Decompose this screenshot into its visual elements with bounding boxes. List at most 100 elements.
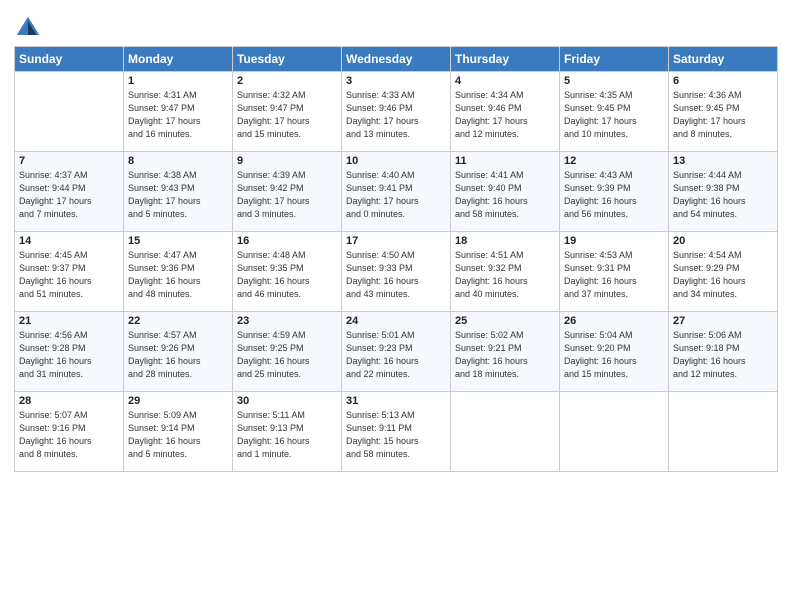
day-number: 8: [128, 155, 228, 167]
cell-content: Sunrise: 4:37 AM Sunset: 9:44 PM Dayligh…: [19, 169, 119, 221]
day-number: 10: [346, 155, 446, 167]
calendar-cell: 7 Sunrise: 4:37 AM Sunset: 9:44 PM Daylig…: [15, 152, 124, 232]
day-number: 21: [19, 315, 119, 327]
calendar-cell: 25Sunrise: 5:02 AM Sunset: 9:21 PM Dayli…: [451, 312, 560, 392]
day-number: 26: [564, 315, 664, 327]
calendar-cell: 20 Sunrise: 4:54 AM Sunset: 9:29 PM Dayli…: [669, 232, 778, 312]
calendar-cell: 17Sunrise: 4:50 AM Sunset: 9:33 PM Dayli…: [342, 232, 451, 312]
day-of-week-header: Wednesday: [342, 47, 451, 72]
calendar-cell: 3Sunrise: 4:33 AM Sunset: 9:46 PM Daylig…: [342, 72, 451, 152]
calendar-table: SundayMondayTuesdayWednesdayThursdayFrid…: [14, 46, 778, 472]
cell-content: Sunrise: 4:38 AM Sunset: 9:43 PM Dayligh…: [128, 169, 228, 221]
cell-content: Sunrise: 4:43 AM Sunset: 9:39 PM Dayligh…: [564, 169, 664, 221]
cell-content: Sunrise: 5:01 AM Sunset: 9:23 PM Dayligh…: [346, 329, 446, 381]
cell-content: Sunrise: 5:07 AM Sunset: 9:16 PM Dayligh…: [19, 409, 119, 461]
cell-content: Sunrise: 4:39 AM Sunset: 9:42 PM Dayligh…: [237, 169, 337, 221]
day-number: 22: [128, 315, 228, 327]
day-number: 1: [128, 75, 228, 87]
calendar-cell: 9Sunrise: 4:39 AM Sunset: 9:42 PM Daylig…: [233, 152, 342, 232]
calendar-cell: 23 Sunrise: 4:59 AM Sunset: 9:25 PM Dayli…: [233, 312, 342, 392]
cell-content: Sunrise: 4:40 AM Sunset: 9:41 PM Dayligh…: [346, 169, 446, 221]
calendar-cell: 8 Sunrise: 4:38 AM Sunset: 9:43 PM Daylig…: [124, 152, 233, 232]
calendar-cell: 4 Sunrise: 4:34 AM Sunset: 9:46 PM Daylig…: [451, 72, 560, 152]
calendar-cell: 30 Sunrise: 5:11 AM Sunset: 9:13 PM Dayli…: [233, 392, 342, 472]
cell-content: Sunrise: 4:51 AM Sunset: 9:32 PM Dayligh…: [455, 249, 555, 301]
day-number: 17: [346, 235, 446, 247]
calendar-cell: [560, 392, 669, 472]
day-number: 23: [237, 315, 337, 327]
calendar-cell: 10 Sunrise: 4:40 AM Sunset: 9:41 PM Dayli…: [342, 152, 451, 232]
calendar-cell: 31Sunrise: 5:13 AM Sunset: 9:11 PM Dayli…: [342, 392, 451, 472]
day-number: 30: [237, 395, 337, 407]
day-number: 14: [19, 235, 119, 247]
day-number: 18: [455, 235, 555, 247]
cell-content: Sunrise: 4:47 AM Sunset: 9:36 PM Dayligh…: [128, 249, 228, 301]
calendar-cell: 29 Sunrise: 5:09 AM Sunset: 9:14 PM Dayli…: [124, 392, 233, 472]
cell-content: Sunrise: 4:34 AM Sunset: 9:46 PM Dayligh…: [455, 89, 555, 141]
day-number: 15: [128, 235, 228, 247]
cell-content: Sunrise: 4:45 AM Sunset: 9:37 PM Dayligh…: [19, 249, 119, 301]
calendar-cell: 27 Sunrise: 5:06 AM Sunset: 9:18 PM Dayli…: [669, 312, 778, 392]
calendar-cell: 24 Sunrise: 5:01 AM Sunset: 9:23 PM Dayli…: [342, 312, 451, 392]
cell-content: Sunrise: 5:02 AM Sunset: 9:21 PM Dayligh…: [455, 329, 555, 381]
cell-content: Sunrise: 4:57 AM Sunset: 9:26 PM Dayligh…: [128, 329, 228, 381]
day-number: 4: [455, 75, 555, 87]
calendar-header-row: SundayMondayTuesdayWednesdayThursdayFrid…: [15, 47, 778, 72]
day-number: 19: [564, 235, 664, 247]
calendar-cell: 16 Sunrise: 4:48 AM Sunset: 9:35 PM Dayli…: [233, 232, 342, 312]
cell-content: Sunrise: 4:44 AM Sunset: 9:38 PM Dayligh…: [673, 169, 773, 221]
calendar-week-row: 1Sunrise: 4:31 AM Sunset: 9:47 PM Daylig…: [15, 72, 778, 152]
calendar-cell: 19 Sunrise: 4:53 AM Sunset: 9:31 PM Dayli…: [560, 232, 669, 312]
cell-content: Sunrise: 4:59 AM Sunset: 9:25 PM Dayligh…: [237, 329, 337, 381]
cell-content: Sunrise: 4:33 AM Sunset: 9:46 PM Dayligh…: [346, 89, 446, 141]
day-of-week-header: Thursday: [451, 47, 560, 72]
logo: [14, 14, 44, 42]
calendar-cell: 18 Sunrise: 4:51 AM Sunset: 9:32 PM Dayli…: [451, 232, 560, 312]
calendar-cell: 26Sunrise: 5:04 AM Sunset: 9:20 PM Dayli…: [560, 312, 669, 392]
page: SundayMondayTuesdayWednesdayThursdayFrid…: [0, 0, 792, 612]
day-number: 11: [455, 155, 555, 167]
cell-content: Sunrise: 4:48 AM Sunset: 9:35 PM Dayligh…: [237, 249, 337, 301]
calendar-cell: [15, 72, 124, 152]
calendar-cell: 1Sunrise: 4:31 AM Sunset: 9:47 PM Daylig…: [124, 72, 233, 152]
cell-content: Sunrise: 4:32 AM Sunset: 9:47 PM Dayligh…: [237, 89, 337, 141]
cell-content: Sunrise: 4:41 AM Sunset: 9:40 PM Dayligh…: [455, 169, 555, 221]
calendar-cell: 5 Sunrise: 4:35 AM Sunset: 9:45 PM Daylig…: [560, 72, 669, 152]
calendar-cell: 2 Sunrise: 4:32 AM Sunset: 9:47 PM Daylig…: [233, 72, 342, 152]
day-number: 20: [673, 235, 773, 247]
day-number: 6: [673, 75, 773, 87]
day-number: 27: [673, 315, 773, 327]
day-of-week-header: Monday: [124, 47, 233, 72]
calendar-week-row: 21 Sunrise: 4:56 AM Sunset: 9:28 PM Dayli…: [15, 312, 778, 392]
day-number: 5: [564, 75, 664, 87]
calendar-cell: 14 Sunrise: 4:45 AM Sunset: 9:37 PM Dayli…: [15, 232, 124, 312]
cell-content: Sunrise: 4:36 AM Sunset: 9:45 PM Dayligh…: [673, 89, 773, 141]
cell-content: Sunrise: 4:35 AM Sunset: 9:45 PM Dayligh…: [564, 89, 664, 141]
day-number: 24: [346, 315, 446, 327]
day-of-week-header: Friday: [560, 47, 669, 72]
day-number: 2: [237, 75, 337, 87]
cell-content: Sunrise: 5:06 AM Sunset: 9:18 PM Dayligh…: [673, 329, 773, 381]
cell-content: Sunrise: 4:54 AM Sunset: 9:29 PM Dayligh…: [673, 249, 773, 301]
calendar-cell: 11 Sunrise: 4:41 AM Sunset: 9:40 PM Dayli…: [451, 152, 560, 232]
cell-content: Sunrise: 4:53 AM Sunset: 9:31 PM Dayligh…: [564, 249, 664, 301]
day-number: 31: [346, 395, 446, 407]
day-number: 7: [19, 155, 119, 167]
calendar-cell: 13Sunrise: 4:44 AM Sunset: 9:38 PM Dayli…: [669, 152, 778, 232]
calendar-cell: 21 Sunrise: 4:56 AM Sunset: 9:28 PM Dayli…: [15, 312, 124, 392]
day-number: 12: [564, 155, 664, 167]
day-number: 16: [237, 235, 337, 247]
day-number: 29: [128, 395, 228, 407]
cell-content: Sunrise: 5:11 AM Sunset: 9:13 PM Dayligh…: [237, 409, 337, 461]
calendar-cell: [451, 392, 560, 472]
logo-icon: [14, 14, 42, 42]
day-number: 28: [19, 395, 119, 407]
cell-content: Sunrise: 5:09 AM Sunset: 9:14 PM Dayligh…: [128, 409, 228, 461]
calendar-week-row: 28 Sunrise: 5:07 AM Sunset: 9:16 PM Dayli…: [15, 392, 778, 472]
cell-content: Sunrise: 4:56 AM Sunset: 9:28 PM Dayligh…: [19, 329, 119, 381]
calendar-cell: [669, 392, 778, 472]
day-of-week-header: Saturday: [669, 47, 778, 72]
day-of-week-header: Tuesday: [233, 47, 342, 72]
calendar-cell: 22 Sunrise: 4:57 AM Sunset: 9:26 PM Dayli…: [124, 312, 233, 392]
calendar-week-row: 14 Sunrise: 4:45 AM Sunset: 9:37 PM Dayli…: [15, 232, 778, 312]
